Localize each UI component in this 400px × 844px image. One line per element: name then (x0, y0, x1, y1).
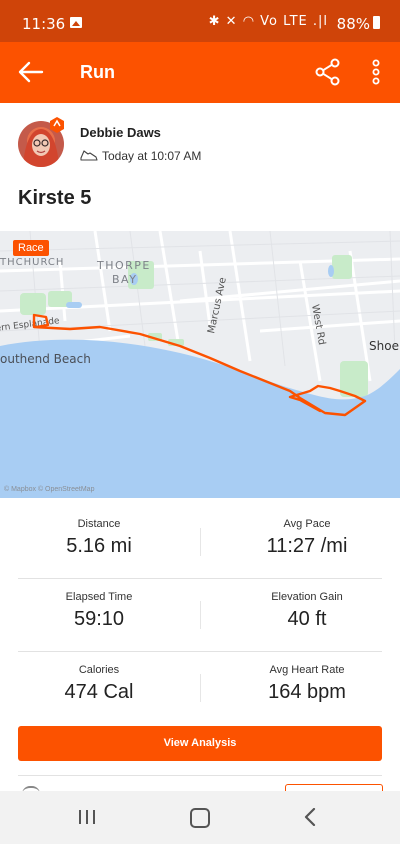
map-attribution[interactable]: © Mapbox © OpenStreetMap (4, 486, 94, 493)
run-shoe-icon (80, 148, 98, 162)
map-label-bay: BAY (112, 273, 137, 286)
stats-row: Elapsed Time 59:10 Elevation Gain 40 ft (18, 579, 382, 652)
back-arrow-icon[interactable] (16, 60, 44, 84)
stat-label: Avg Pace (283, 518, 331, 530)
status-icons: ✱ ✕ ◠ Vo LTE .|l (208, 14, 328, 29)
divider (18, 775, 382, 776)
stat-label: Avg Heart Rate (269, 664, 345, 676)
stat-divider (200, 528, 201, 556)
route-map[interactable]: THCHURCH THORPE BAY Marcus Ave West Rd S… (0, 231, 400, 498)
stat-label: Elapsed Time (65, 591, 133, 603)
stat-label: Distance (77, 518, 121, 530)
battery-percent: 88% (336, 15, 370, 33)
activity-time: Today at 10:07 AM (102, 149, 202, 163)
nav-back-icon[interactable] (302, 807, 318, 827)
stat-value: 164 bpm (268, 681, 346, 703)
stats-row: Calories 474 Cal Avg Heart Rate 164 bpm (18, 652, 382, 724)
stat-value: 5.16 mi (66, 535, 132, 557)
home-icon[interactable] (190, 808, 210, 828)
gallery-notification-icon (70, 17, 82, 28)
activity-title: Kirste 5 (18, 187, 92, 209)
system-nav-bar (0, 791, 400, 844)
stats-row: Distance 5.16 mi Avg Pace 11:27 /mi (18, 506, 382, 579)
stat-divider (200, 674, 201, 702)
stat-label: Elevation Gain (271, 591, 343, 603)
map-label-thorpe: THORPE (96, 259, 151, 272)
share-icon[interactable] (314, 58, 342, 86)
stat-value: 40 ft (287, 608, 327, 630)
stat-avg-pace: Avg Pace 11:27 /mi (216, 506, 398, 558)
stat-value: 474 Cal (64, 681, 134, 703)
stat-distance: Distance 5.16 mi (8, 506, 190, 558)
race-badge: Race (13, 240, 49, 256)
athlete-name[interactable]: Debbie Daws (80, 125, 161, 140)
stat-value: 11:27 /mi (266, 535, 348, 557)
stat-value: 59:10 (73, 608, 125, 630)
stat-calories: Calories 474 Cal (8, 652, 190, 704)
subscriber-badge-icon (50, 117, 64, 133)
stat-elevation-gain: Elevation Gain 40 ft (216, 579, 398, 631)
stat-label: Calories (78, 664, 120, 676)
map-label-beach: outhend Beach (0, 352, 91, 366)
map-label-church: THCHURCH (0, 257, 64, 268)
stats-grid: Distance 5.16 mi Avg Pace 11:27 /mi Elap… (18, 506, 382, 724)
recent-apps-icon[interactable] (78, 810, 96, 824)
page-title: Run (80, 62, 115, 82)
view-analysis-button[interactable]: View Analysis (18, 726, 382, 761)
status-bar: 11:36 ✱ ✕ ◠ Vo LTE .|l 88% (0, 0, 400, 42)
battery-icon (373, 16, 380, 29)
stat-divider (200, 601, 201, 629)
stat-elapsed-time: Elapsed Time 59:10 (8, 579, 190, 631)
map-label-shoe: Shoe (369, 339, 399, 353)
status-time: 11:36 (22, 15, 66, 33)
app-bar: Run (0, 42, 400, 103)
athlete-header[interactable]: Debbie Daws Today at 10:07 AM (0, 103, 400, 179)
more-options-icon[interactable] (364, 58, 388, 86)
stat-avg-heart-rate: Avg Heart Rate 164 bpm (216, 652, 398, 704)
